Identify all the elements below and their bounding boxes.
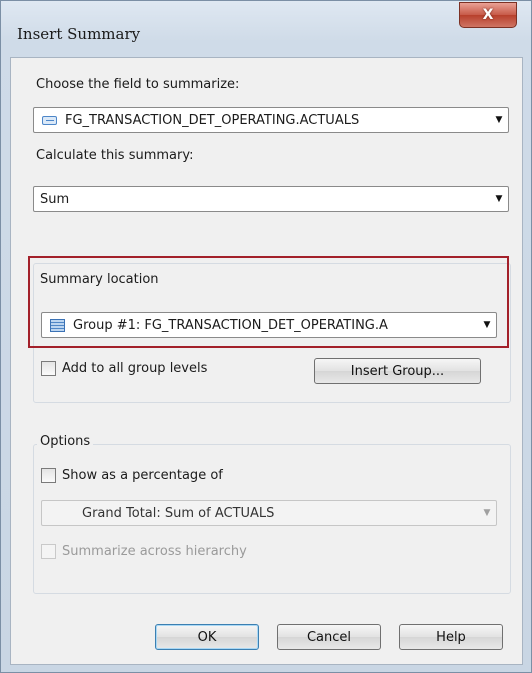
chevron-down-icon[interactable]: ▼: [478, 313, 496, 337]
dialog-title: Insert Summary: [17, 25, 141, 43]
summary-location-value: Group #1: FG_TRANSACTION_DET_OPERATING.A: [73, 317, 388, 333]
insert-summary-dialog: Insert Summary X Choose the field to sum…: [0, 0, 532, 673]
calc-combo-value: Sum: [40, 191, 70, 207]
calc-combo[interactable]: Sum ▼: [33, 186, 509, 212]
show-percentage-row[interactable]: Show as a percentage of: [41, 468, 223, 483]
add-all-group-levels-checkbox[interactable]: [41, 361, 56, 376]
ok-button[interactable]: OK: [155, 624, 259, 650]
add-all-group-levels-row[interactable]: Add to all group levels: [41, 361, 207, 376]
summarize-hierarchy-label: Summarize across hierarchy: [62, 544, 247, 559]
close-icon: X: [482, 7, 494, 23]
percentage-of-combo[interactable]: Grand Total: Sum of ACTUALS ▼: [41, 500, 497, 526]
summary-location-title: Summary location: [37, 272, 162, 287]
title-bar[interactable]: Insert Summary X: [1, 1, 531, 57]
calc-label: Calculate this summary:: [36, 148, 194, 163]
field-label: Choose the field to summarize:: [36, 77, 240, 92]
show-percentage-checkbox[interactable]: [41, 468, 56, 483]
options-title: Options: [37, 434, 94, 449]
field-combo[interactable]: FG_TRANSACTION_DET_OPERATING.ACTUALS ▼: [33, 107, 509, 133]
group-icon: [50, 318, 65, 332]
summary-location-combo[interactable]: Group #1: FG_TRANSACTION_DET_OPERATING.A…: [41, 312, 497, 338]
cancel-button[interactable]: Cancel: [277, 624, 381, 650]
dialog-body: Choose the field to summarize: FG_TRANSA…: [10, 57, 523, 665]
chevron-down-icon[interactable]: ▼: [478, 501, 496, 525]
chevron-down-icon[interactable]: ▼: [490, 108, 508, 132]
percentage-of-value: Grand Total: Sum of ACTUALS: [82, 505, 275, 521]
summarize-hierarchy-row[interactable]: Summarize across hierarchy: [41, 544, 247, 559]
close-button[interactable]: X: [459, 2, 517, 28]
chevron-down-icon[interactable]: ▼: [490, 187, 508, 211]
field-icon: [42, 115, 57, 125]
help-button[interactable]: Help: [399, 624, 503, 650]
summarize-hierarchy-checkbox[interactable]: [41, 544, 56, 559]
field-combo-value: FG_TRANSACTION_DET_OPERATING.ACTUALS: [65, 112, 360, 128]
add-all-group-levels-label: Add to all group levels: [62, 361, 208, 376]
insert-group-button[interactable]: Insert Group...: [314, 358, 481, 384]
show-percentage-label: Show as a percentage of: [62, 468, 223, 483]
